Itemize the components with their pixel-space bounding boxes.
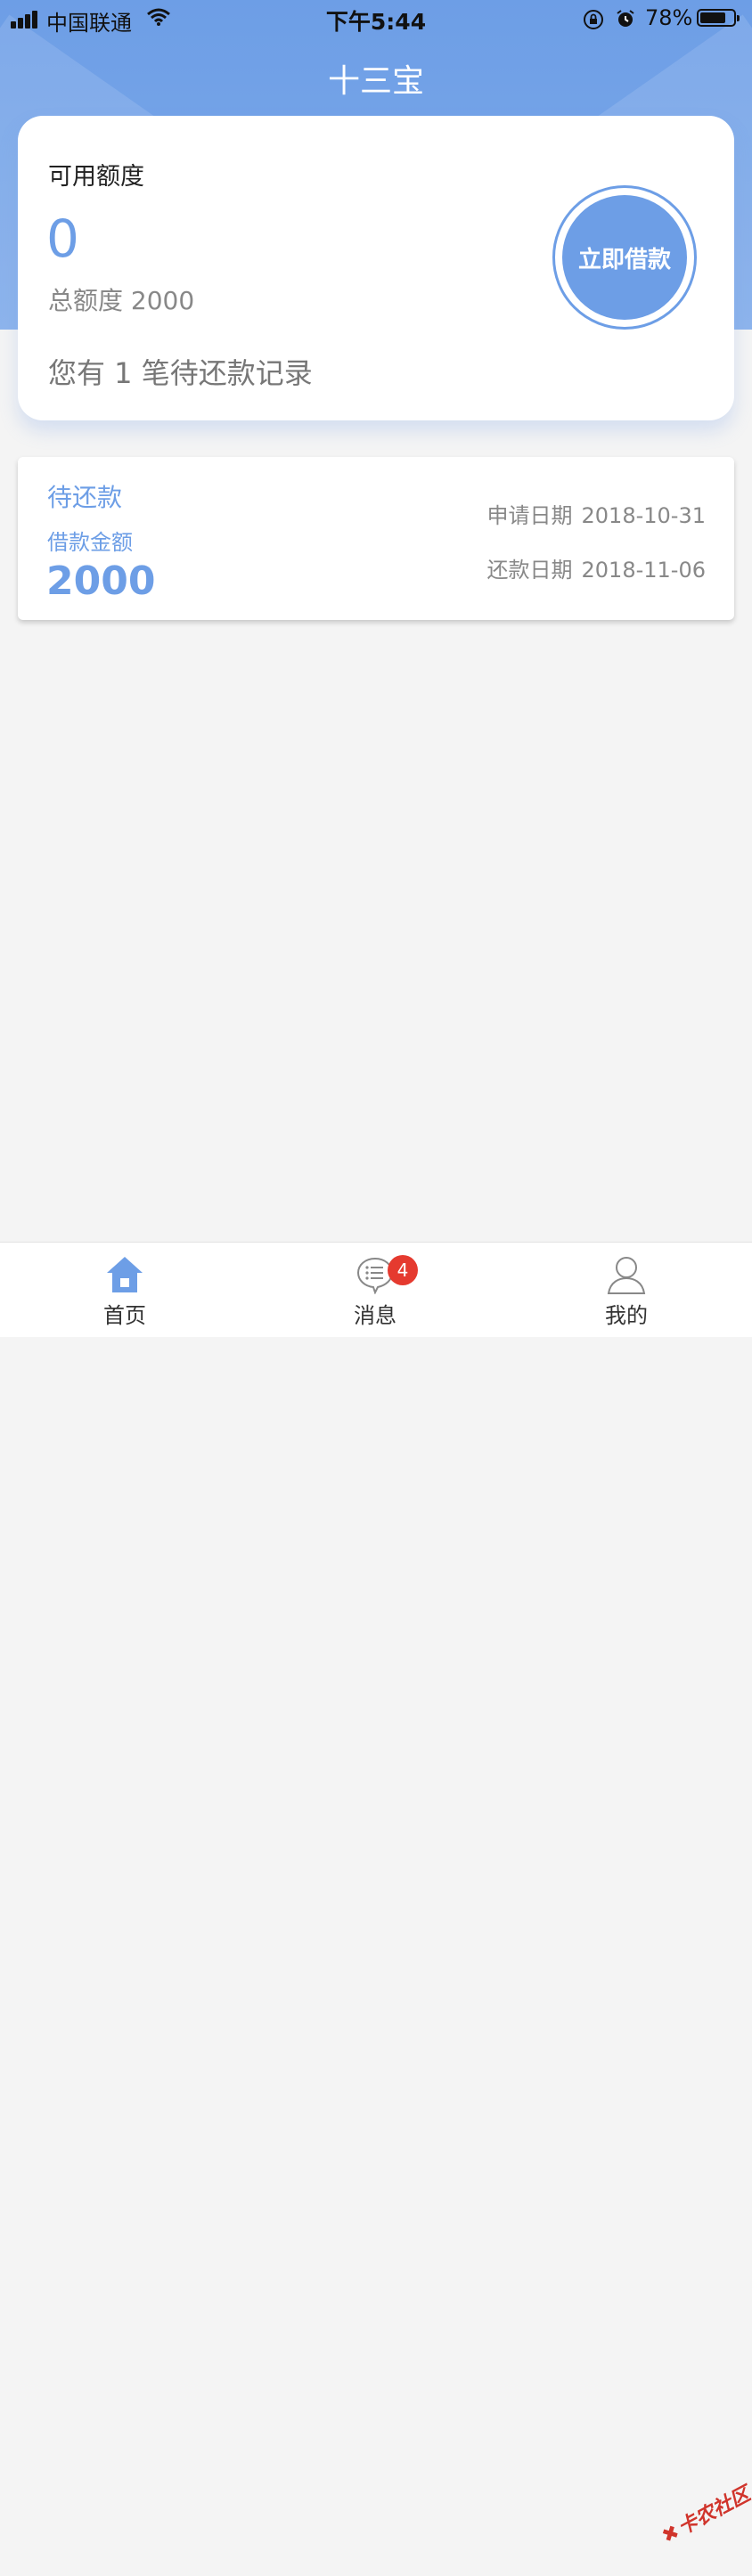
loan-amount: 2000 xyxy=(46,558,156,604)
credit-card: 可用额度 0 总额度 2000 您有 1 笔待还款记录 立即借款 xyxy=(18,116,734,420)
battery-icon xyxy=(697,9,740,27)
apply-date-value: 2018-10-31 xyxy=(581,503,706,528)
tab-mine[interactable]: 我的 xyxy=(564,1243,689,1337)
borrow-button-ring: 立即借款 xyxy=(552,185,697,330)
tab-bar: 首页 4 消息 我的 ✖卡农社区 xyxy=(0,1242,752,2548)
loan-record-card[interactable]: 待还款 借款金额 2000 申请日期 2018-10-31 还款日期 2018-11… xyxy=(18,457,734,620)
watermark-text: 卡农社区 xyxy=(674,2482,752,2540)
borrow-now-button[interactable]: 立即借款 xyxy=(562,195,687,320)
repay-date-label: 还款日期 xyxy=(486,558,573,583)
status-time: 下午5:44 xyxy=(325,9,427,35)
status-bar: 中国联通 下午5:44 78% xyxy=(0,0,752,39)
available-credit-amount: 0 xyxy=(46,208,79,269)
tab-home[interactable]: 首页 xyxy=(62,1243,187,1337)
rotation-lock-icon xyxy=(584,10,603,29)
battery-fill xyxy=(700,12,725,23)
pending-repayment-notice[interactable]: 您有 1 笔待还款记录 xyxy=(48,351,313,392)
alarm-icon xyxy=(617,10,634,27)
user-icon xyxy=(607,1257,646,1294)
tab-home-label: 首页 xyxy=(103,1303,146,1328)
page-title: 十三宝 xyxy=(327,63,424,100)
battery-percent: 78% xyxy=(645,5,693,30)
tab-messages[interactable]: 4 消息 xyxy=(313,1243,437,1337)
tab-messages-label: 消息 xyxy=(354,1303,396,1328)
available-credit-label: 可用额度 xyxy=(48,163,144,191)
tab-mine-label: 我的 xyxy=(605,1303,648,1328)
unread-badge: 4 xyxy=(388,1255,418,1285)
loan-status: 待还款 xyxy=(47,483,123,512)
apply-date-row: 申请日期 2018-10-31 xyxy=(487,498,706,529)
home-icon xyxy=(107,1257,143,1292)
total-credit: 总额度 2000 xyxy=(48,286,195,315)
repay-date-row: 还款日期 2018-11-06 xyxy=(487,552,706,583)
watermark-logo: ✖卡农社区 xyxy=(656,2483,752,2575)
repay-date-value: 2018-11-06 xyxy=(581,558,706,583)
apply-date-label: 申请日期 xyxy=(486,503,573,528)
loan-amount-label: 借款金额 xyxy=(47,530,133,555)
